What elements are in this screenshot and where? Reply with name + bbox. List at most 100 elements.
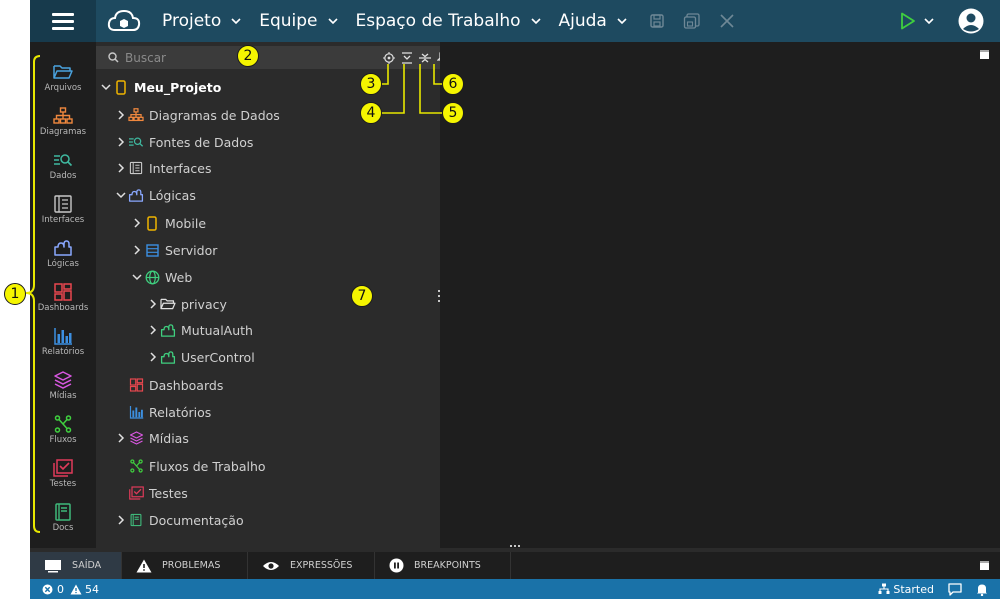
- menu-projeto[interactable]: Projeto: [162, 11, 241, 31]
- activity-label: Docs: [52, 523, 74, 533]
- mobile-icon: [143, 215, 161, 231]
- interface-icon: [127, 161, 145, 175]
- chevron-down-icon: [231, 18, 241, 25]
- puzzle-icon: [127, 188, 145, 203]
- save-all-icon[interactable]: [683, 13, 701, 29]
- chevron-down-icon: [115, 190, 127, 200]
- flow-icon: [127, 459, 145, 473]
- editor-area[interactable]: [440, 42, 1000, 548]
- tree-item-label: Mídias: [149, 430, 189, 446]
- maximize-icon[interactable]: [980, 50, 989, 59]
- tab-expressoes[interactable]: EXPRESSÕES: [248, 552, 375, 579]
- tree-root[interactable]: Meu_Projeto: [100, 75, 221, 99]
- tab-problemas[interactable]: PROBLEMAS: [122, 552, 248, 579]
- bottom-panel-tabs: SAÍDA PROBLEMAS EXPRESSÕES BREAKPOINTS: [30, 552, 1000, 579]
- tree-item-fluxos-trabalho[interactable]: Fluxos de Trabalho: [127, 454, 266, 478]
- tree-item-label: Diagramas de Dados: [149, 107, 280, 123]
- chevron-right-icon: [115, 515, 127, 525]
- activity-item-fluxos[interactable]: Fluxos: [30, 411, 96, 455]
- warning-count: 54: [85, 582, 99, 596]
- tree-root-label: Meu_Projeto: [134, 79, 222, 95]
- tree-item-label: Relatórios: [149, 404, 212, 420]
- tree-item-midias[interactable]: Mídias: [115, 426, 189, 450]
- tree-item-label: Testes: [149, 485, 188, 501]
- activity-item-logicas[interactable]: Lógicas: [30, 235, 96, 279]
- tab-breakpoints[interactable]: BREAKPOINTS: [375, 552, 511, 579]
- tree-item-privacy[interactable]: privacy: [147, 292, 227, 316]
- tree-item-mobile[interactable]: Mobile: [131, 211, 206, 235]
- callout-7: 7: [351, 285, 373, 307]
- bell-icon[interactable]: [976, 583, 988, 596]
- server-icon: [143, 243, 161, 257]
- problems-summary[interactable]: 0 54: [42, 583, 99, 596]
- search-input[interactable]: [125, 50, 245, 65]
- expand-all-icon[interactable]: [419, 52, 431, 64]
- close-icon[interactable]: [719, 13, 735, 29]
- tree-item-logicas[interactable]: Lógicas: [115, 183, 196, 207]
- tree-item-documentacao[interactable]: Documentação: [115, 508, 244, 532]
- menu-equipe[interactable]: Equipe: [259, 11, 338, 31]
- activity-bar: Arquivos Diagramas Dados Interfaces Lógi…: [30, 42, 96, 548]
- feedback-icon[interactable]: [948, 582, 962, 596]
- collapse-all-icon[interactable]: [401, 52, 413, 64]
- panel-maximize-icon[interactable]: [980, 561, 989, 570]
- tree-item-web[interactable]: Web: [131, 265, 192, 289]
- tree-item-testes[interactable]: Testes: [127, 481, 188, 505]
- bar-chart-icon: [54, 328, 72, 345]
- menu-espaco-trabalho[interactable]: Espaço de Trabalho: [356, 11, 541, 31]
- tab-saida[interactable]: SAÍDA: [30, 552, 122, 579]
- menu-ajuda-label: Ajuda: [558, 11, 607, 31]
- book-icon: [55, 503, 71, 521]
- tree-item-label: Mobile: [165, 215, 207, 231]
- flow-icon: [54, 415, 72, 433]
- tree-item-diagramas-dados[interactable]: Diagramas de Dados: [115, 103, 280, 127]
- tree-item-mutualauth[interactable]: MutualAuth: [147, 318, 253, 342]
- tree-item-relatorios[interactable]: Relatórios: [127, 400, 211, 424]
- server-tree-icon: [878, 583, 890, 594]
- activity-item-relatorios[interactable]: Relatórios: [30, 323, 96, 367]
- puzzle-icon: [54, 240, 72, 256]
- chevron-right-icon: [131, 218, 143, 228]
- server-status-label: Started: [893, 582, 934, 596]
- tree-item-label: Servidor: [165, 242, 218, 258]
- chevron-right-icon: [147, 352, 159, 362]
- tree-item-servidor[interactable]: Servidor: [131, 238, 217, 262]
- activity-label: Lógicas: [47, 259, 79, 269]
- activity-label: Fluxos: [49, 435, 77, 445]
- activity-item-docs[interactable]: Docs: [30, 499, 96, 543]
- activity-item-interfaces[interactable]: Interfaces: [30, 191, 96, 235]
- search-icon: [108, 52, 119, 63]
- hamburger-menu-button[interactable]: [30, 0, 96, 42]
- folder-open-icon: [53, 65, 73, 79]
- tree-item-label: Fontes de Dados: [149, 134, 254, 150]
- activity-item-arquivos[interactable]: Arquivos: [30, 59, 96, 103]
- run-icon[interactable]: [900, 12, 916, 30]
- activity-item-testes[interactable]: Testes: [30, 455, 96, 499]
- status-bar: 0 54 Started: [30, 579, 1000, 599]
- locate-icon[interactable]: [383, 52, 395, 64]
- activity-label: Testes: [49, 479, 77, 489]
- top-bar: Projeto Equipe Espaço de Trabalho Ajuda: [30, 0, 1000, 42]
- activity-label: Arquivos: [44, 83, 82, 93]
- save-icon[interactable]: [649, 13, 665, 29]
- warning-icon: [136, 559, 152, 572]
- chevron-down-icon: [327, 18, 338, 25]
- menu-espaco-trabalho-label: Espaço de Trabalho: [355, 11, 521, 31]
- activity-item-diagramas[interactable]: Diagramas: [30, 103, 96, 147]
- tree-item-usercontrol[interactable]: UserControl: [147, 345, 255, 369]
- tree-item-interfaces[interactable]: Interfaces: [115, 156, 211, 180]
- user-avatar-icon[interactable]: [958, 8, 984, 34]
- chevron-right-icon: [115, 110, 127, 120]
- run-options-chevron-down-icon[interactable]: [924, 16, 934, 26]
- chevron-down-icon: [131, 272, 143, 282]
- activity-item-dados[interactable]: Dados: [30, 147, 96, 191]
- activity-item-midias[interactable]: Mídias: [30, 367, 96, 411]
- server-status[interactable]: Started: [878, 583, 934, 596]
- tab-label: SAÍDA: [72, 560, 102, 571]
- activity-item-dashboards[interactable]: Dashboards: [30, 279, 96, 323]
- tree-item-dashboards[interactable]: Dashboards: [127, 373, 223, 397]
- menu-projeto-label: Projeto: [162, 11, 222, 31]
- search-bar: [96, 46, 447, 69]
- menu-ajuda[interactable]: Ajuda: [559, 11, 627, 31]
- tree-item-fontes-dados[interactable]: Fontes de Dados: [115, 130, 253, 154]
